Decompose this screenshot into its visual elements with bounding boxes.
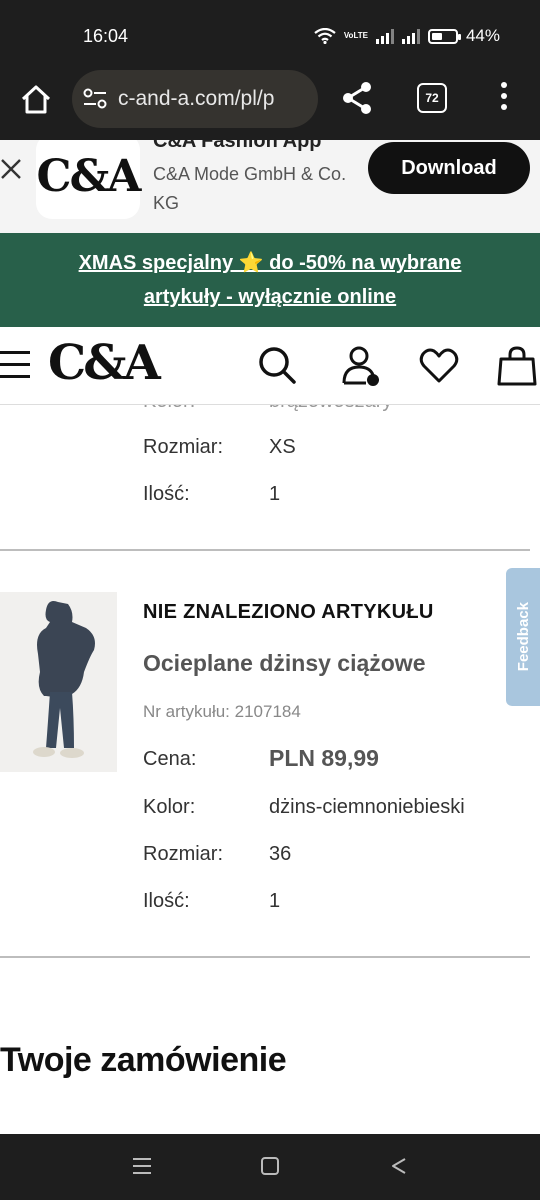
site-logo[interactable]: C&A [48, 335, 161, 391]
status-icons: VoLTE 44% [314, 26, 500, 46]
app-logo-text: C&A [36, 151, 142, 202]
download-button[interactable]: Download [368, 142, 530, 194]
divider [0, 956, 530, 958]
recent-apps-icon[interactable] [131, 1156, 153, 1176]
qty-label: Ilość: [143, 890, 190, 912]
size-value: 36 [269, 843, 292, 865]
article-number: Nr artykułu: 2107184 [143, 702, 301, 721]
account-icon[interactable] [340, 345, 380, 387]
app-install-banner: C&A C&A Fashion App C&A Mode GmbH & Co. … [0, 140, 540, 233]
order-summary-title: Twoje zamówienie [0, 1041, 287, 1079]
item1-qty-label: Ilość: [143, 483, 190, 505]
app-logo: C&A [36, 140, 142, 219]
heart-icon[interactable] [419, 345, 459, 387]
item-status: NIE ZNALEZIONO ARTYKUŁU [143, 601, 434, 623]
system-navigation-bar [0, 1134, 540, 1200]
share-icon[interactable] [340, 80, 374, 116]
item1-size-value: XS [269, 436, 296, 458]
battery-fill [431, 32, 442, 40]
battery-icon [427, 28, 461, 44]
tab-count: 72 [425, 91, 439, 105]
site-settings-icon[interactable] [82, 87, 108, 111]
status-time: 16:04 [83, 26, 129, 46]
shopping-bag-icon[interactable] [497, 345, 537, 387]
app-title: C&A Fashion App [153, 140, 322, 152]
close-icon[interactable] [0, 158, 22, 180]
item1-size-label: Rozmiar: [143, 436, 224, 458]
color-value: dżins-ciemnoniebieski [269, 796, 465, 818]
url-text[interactable]: c-and-a.com/pl/p [118, 87, 274, 111]
battery-percent: 44% [465, 26, 500, 45]
tab-switcher-button[interactable]: 72 [417, 83, 447, 113]
size-label: Rozmiar: [143, 843, 224, 865]
volte-indicator: VoLTE [343, 31, 368, 40]
item1-color-label: Kolor: [143, 405, 195, 413]
item1-qty-value: 1 [269, 483, 281, 505]
app-company: C&A Mode GmbH & Co. KG [153, 164, 347, 213]
item1-color-value: brązowoszary [269, 405, 392, 413]
product-image[interactable] [0, 592, 117, 772]
price-value: PLN 89,99 [269, 745, 379, 771]
divider [0, 549, 530, 551]
qty-value: 1 [269, 890, 281, 912]
price-label: Cena: [143, 748, 197, 770]
feedback-label: Feedback [514, 602, 532, 672]
search-icon[interactable] [257, 345, 297, 387]
feedback-tab[interactable]: Feedback [506, 568, 540, 706]
browser-toolbar: c-and-a.com/pl/p 72 [0, 70, 540, 140]
status-bar: 16:04 VoLTE 44% [0, 0, 540, 70]
promo-banner: XMAS specjalny ⭐ do -50% na wybrane arty… [0, 233, 540, 327]
more-menu-icon[interactable] [494, 82, 514, 116]
product-name[interactable]: Ocieplane dżinsy ciążowe [143, 650, 426, 677]
home-nav-icon[interactable] [260, 1156, 280, 1176]
home-icon[interactable] [18, 82, 54, 118]
site-header: C&A [0, 327, 540, 405]
hamburger-menu-icon[interactable] [0, 351, 30, 379]
signal-icon-sim1 [375, 28, 394, 44]
color-label: Kolor: [143, 796, 196, 818]
address-bar[interactable]: c-and-a.com/pl/p [72, 70, 318, 128]
product-photo [0, 592, 117, 772]
promo-link[interactable]: XMAS specjalny ⭐ do -50% na wybrane arty… [50, 246, 490, 314]
back-icon[interactable] [389, 1156, 409, 1176]
signal-icon-sim2 [401, 28, 420, 44]
order-content: Kolor: brązowoszary Rozmiar: XS Ilość: 1… [0, 405, 540, 1134]
wifi-icon [314, 28, 336, 44]
